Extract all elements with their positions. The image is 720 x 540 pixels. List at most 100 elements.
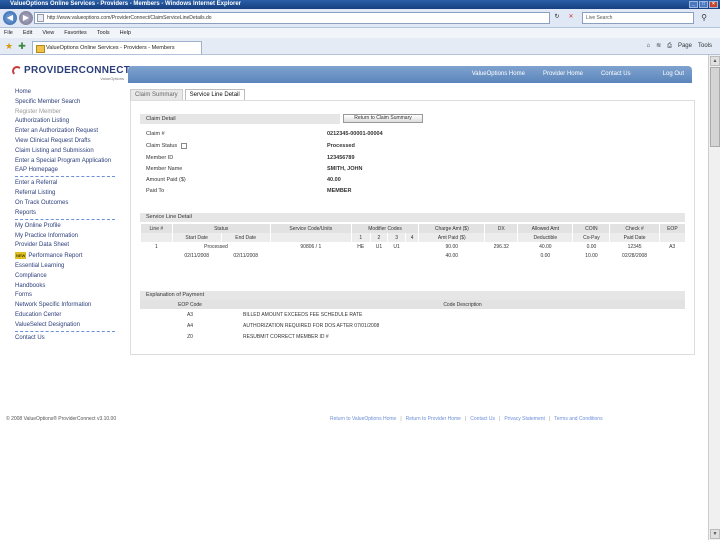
nav-log-out[interactable]: Log Out <box>663 66 684 83</box>
col-allowed-amt: Allowed Amt <box>517 224 573 233</box>
providerconnect-logo[interactable]: PROVIDERCONNECT ValueOptions <box>12 66 132 82</box>
scroll-up-icon[interactable]: ▲ <box>710 56 720 66</box>
browser-tab[interactable]: ValueOptions Online Services - Providers… <box>32 41 202 54</box>
amount-paid-label: Amount Paid ($) <box>146 177 186 183</box>
col-copay: Co-Pay <box>572 233 610 242</box>
cell-end-date: 02/11/2008 <box>233 252 258 259</box>
left-navigation: Home Specific Member Search Register Membe… <box>15 89 115 345</box>
sidebar-item-eap-homepage[interactable]: EAP Homepage <box>15 167 115 178</box>
claim-status-label: Claim Status <box>146 143 187 149</box>
favorites-star-icon[interactable]: ★ <box>4 41 14 51</box>
tab-service-line-detail[interactable]: Service Line Detail <box>184 89 245 100</box>
tab-bar: ★ ✚ ValueOptions Online Services - Provi… <box>0 38 720 55</box>
footer-link-provider-home[interactable]: Return to Provider Home <box>406 416 461 422</box>
claim-number-label: Claim # <box>146 131 165 137</box>
col-charge-amt: Charge Amt ($) <box>418 224 485 233</box>
menu-favorites[interactable]: Favorites <box>64 28 87 38</box>
sidebar-item-label: Specific Member Search <box>15 98 81 105</box>
sidebar-item-label: Essential Learning <box>15 262 65 269</box>
sidebar-item-my-online-profile[interactable]: My Online Profile <box>15 223 115 230</box>
footer-link-contact-us[interactable]: Contact Us <box>470 416 495 422</box>
sidebar-item-contact-us[interactable]: Contact Us <box>15 335 115 342</box>
minimize-button[interactable]: _ <box>689 1 698 8</box>
sidebar-item-essential-learning[interactable]: Essential Learning <box>15 263 115 270</box>
scroll-thumb[interactable] <box>710 67 720 147</box>
sidebar-item-handbooks[interactable]: Handbooks <box>15 283 115 290</box>
col-mod-1: 1 <box>350 233 371 242</box>
scroll-down-icon[interactable]: ▼ <box>710 529 720 539</box>
menu-edit[interactable]: Edit <box>23 28 32 38</box>
menu-file[interactable]: File <box>4 28 13 38</box>
nav-valueoptions-home[interactable]: ValueOptions Home <box>472 66 525 83</box>
url-field[interactable]: http://www.valueoptions.com/ProviderConn… <box>34 12 550 24</box>
tab-claim-summary[interactable]: Claim Summary <box>130 89 183 100</box>
cell-status: Processed <box>204 243 228 250</box>
home-icon[interactable]: ⌂ <box>647 41 651 51</box>
print-icon[interactable]: ⎙ <box>667 41 672 51</box>
refresh-icon[interactable]: ↻ <box>552 13 562 23</box>
sidebar-item-register-member[interactable]: Register Member <box>15 109 115 116</box>
sidebar-item-label: Provider Data Sheet <box>15 242 70 249</box>
cell-deductible: 0.00 <box>540 252 551 259</box>
sidebar-item-provider-data-sheet[interactable]: Provider Data Sheet <box>15 242 115 249</box>
table-row: 02/11/2008 02/11/2008 40.00 0.00 10.00 0… <box>141 251 686 260</box>
sidebar-item-label: My Practice Information <box>15 232 79 239</box>
sidebar-item-home[interactable]: Home <box>15 89 115 96</box>
return-to-claim-summary-button[interactable]: Return to Claim Summary <box>343 114 423 123</box>
paid-to-value: MEMBER <box>327 188 352 194</box>
nav-contact-us[interactable]: Contact Us <box>601 66 631 83</box>
sidebar-item-specific-member-search[interactable]: Specific Member Search <box>15 99 115 106</box>
sidebar-item-my-practice-information[interactable]: My Practice Information <box>15 233 115 240</box>
col-mod-4: 4 <box>404 233 419 242</box>
col-eop: EOP <box>658 224 685 233</box>
col-service-code: Service Code/Units <box>269 224 352 233</box>
sidebar-item-performance-report[interactable]: NEW Performance Report <box>15 252 115 260</box>
maximize-button[interactable]: □ <box>699 1 708 8</box>
footer-link-privacy[interactable]: Privacy Statement <box>504 416 545 422</box>
sidebar-item-valueselect-designation[interactable]: ValueSelect Designation <box>15 322 115 332</box>
sidebar-item-referral-listing[interactable]: Referral Listing <box>15 190 115 197</box>
back-button[interactable]: ◀ <box>3 11 17 25</box>
sidebar-item-network-specific-information[interactable]: Network Specific Information <box>15 302 115 309</box>
eop-code: Z0 <box>187 333 193 340</box>
footer-link-terms[interactable]: Terms and Conditions <box>554 416 602 422</box>
vertical-scrollbar[interactable]: ▲ ▼ <box>708 55 720 540</box>
search-input[interactable]: Live Search <box>582 12 694 24</box>
cell-mod-4 <box>405 242 418 251</box>
sidebar-item-enter-a-referral[interactable]: Enter a Referral <box>15 180 115 187</box>
cell-dx: 296.32 <box>493 243 509 250</box>
sidebar-item-enter-a-special-program-application[interactable]: Enter a Special Program Application <box>15 158 115 165</box>
sidebar-item-view-clinical-request-drafts[interactable]: View Clinical Request Drafts <box>15 138 115 145</box>
stop-icon[interactable]: ✕ <box>566 13 576 23</box>
nav-provider-home[interactable]: Provider Home <box>543 66 583 83</box>
menu-help[interactable]: Help <box>120 28 131 38</box>
sidebar-item-authorization-listing[interactable]: Authorization Listing <box>15 118 115 125</box>
sidebar-item-forms[interactable]: Forms <box>15 292 115 299</box>
menu-tools[interactable]: Tools <box>97 28 110 38</box>
sidebar-item-on-track-outcomes[interactable]: On Track Outcomes <box>15 200 115 207</box>
add-favorite-icon[interactable]: ✚ <box>17 41 27 51</box>
sidebar-item-enter-an-authorization-request[interactable]: Enter an Authorization Request <box>15 128 115 135</box>
status-info-icon[interactable] <box>180 143 187 149</box>
menu-view[interactable]: View <box>42 28 54 38</box>
sidebar-item-label: Education Center <box>15 311 62 318</box>
col-check: Check # <box>609 224 660 233</box>
tools-menu[interactable]: Tools <box>698 41 712 51</box>
feeds-icon[interactable]: ≋ <box>656 41 661 51</box>
forward-button[interactable]: ▶ <box>19 11 33 25</box>
search-icon[interactable]: ⚲ <box>698 12 710 24</box>
sidebar-item-reports[interactable]: Reports <box>15 210 115 220</box>
sidebar-item-label: View Clinical Request Drafts <box>15 137 91 144</box>
logo-text: PROVIDERCONNECT <box>24 65 131 76</box>
explanation-table: EOP Code Code Description A3 BILLED AMOU… <box>140 300 685 342</box>
footer-link-valueoptions-home[interactable]: Return to ValueOptions Home <box>330 416 396 422</box>
sidebar-item-education-center[interactable]: Education Center <box>15 312 115 319</box>
close-window-button[interactable]: × <box>709 1 718 8</box>
sidebar-item-claim-listing-and-submission[interactable]: Claim Listing and Submission <box>15 148 115 155</box>
col-mod-2: 2 <box>369 233 388 242</box>
cell-allowed: 40.00 <box>539 243 552 250</box>
member-id-value: 123456789 <box>327 155 355 161</box>
cell-mod-3: U1 <box>393 243 400 250</box>
sidebar-item-compliance[interactable]: Compliance <box>15 273 115 280</box>
page-menu[interactable]: Page <box>678 41 692 51</box>
